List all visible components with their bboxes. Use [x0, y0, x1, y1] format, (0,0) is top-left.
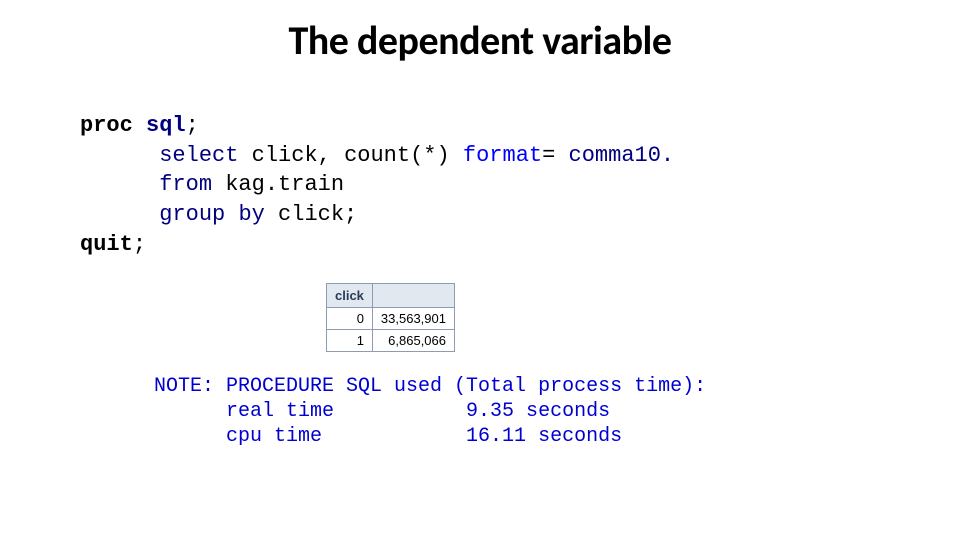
table-cell: 0 — [327, 308, 373, 330]
indent — [80, 172, 159, 197]
indent — [80, 202, 159, 227]
log-line: cpu time 16.11 seconds — [154, 425, 622, 448]
kw-from: from — [159, 172, 212, 197]
kw-group: group — [159, 202, 225, 227]
kw-quit: quit — [80, 232, 133, 257]
sas-code-block: proc sql; select click, count(*) format=… — [80, 111, 960, 259]
code-text: ; — [186, 113, 199, 138]
code-text: click, — [238, 143, 344, 168]
result-table: click 0 33,563,901 1 6,865,066 — [326, 283, 455, 352]
kw-comma10: comma10. — [569, 143, 675, 168]
table-header: click — [327, 284, 373, 308]
code-text: click; — [265, 202, 357, 227]
log-line: real time 9.35 seconds — [154, 400, 610, 423]
code-text: kag.train — [212, 172, 344, 197]
kw-select: select — [159, 143, 238, 168]
table-cell: 1 — [327, 330, 373, 352]
sas-log: NOTE: PROCEDURE SQL used (Total process … — [154, 374, 960, 449]
indent — [80, 143, 159, 168]
table-cell: 33,563,901 — [372, 308, 454, 330]
table-row: 1 6,865,066 — [327, 330, 455, 352]
kw-sql: sql — [146, 113, 186, 138]
table-header — [372, 284, 454, 308]
code-text: count(*) — [344, 143, 463, 168]
kw-proc: proc — [80, 113, 133, 138]
code-text: ; — [133, 232, 146, 257]
table-header-row: click — [327, 284, 455, 308]
table-cell: 6,865,066 — [372, 330, 454, 352]
code-text: = — [542, 143, 568, 168]
kw-by: by — [238, 202, 264, 227]
slide-title: The dependent variable — [0, 16, 960, 65]
table-row: 0 33,563,901 — [327, 308, 455, 330]
log-line: NOTE: PROCEDURE SQL used (Total process … — [154, 375, 706, 398]
kw-format: format — [463, 143, 542, 168]
